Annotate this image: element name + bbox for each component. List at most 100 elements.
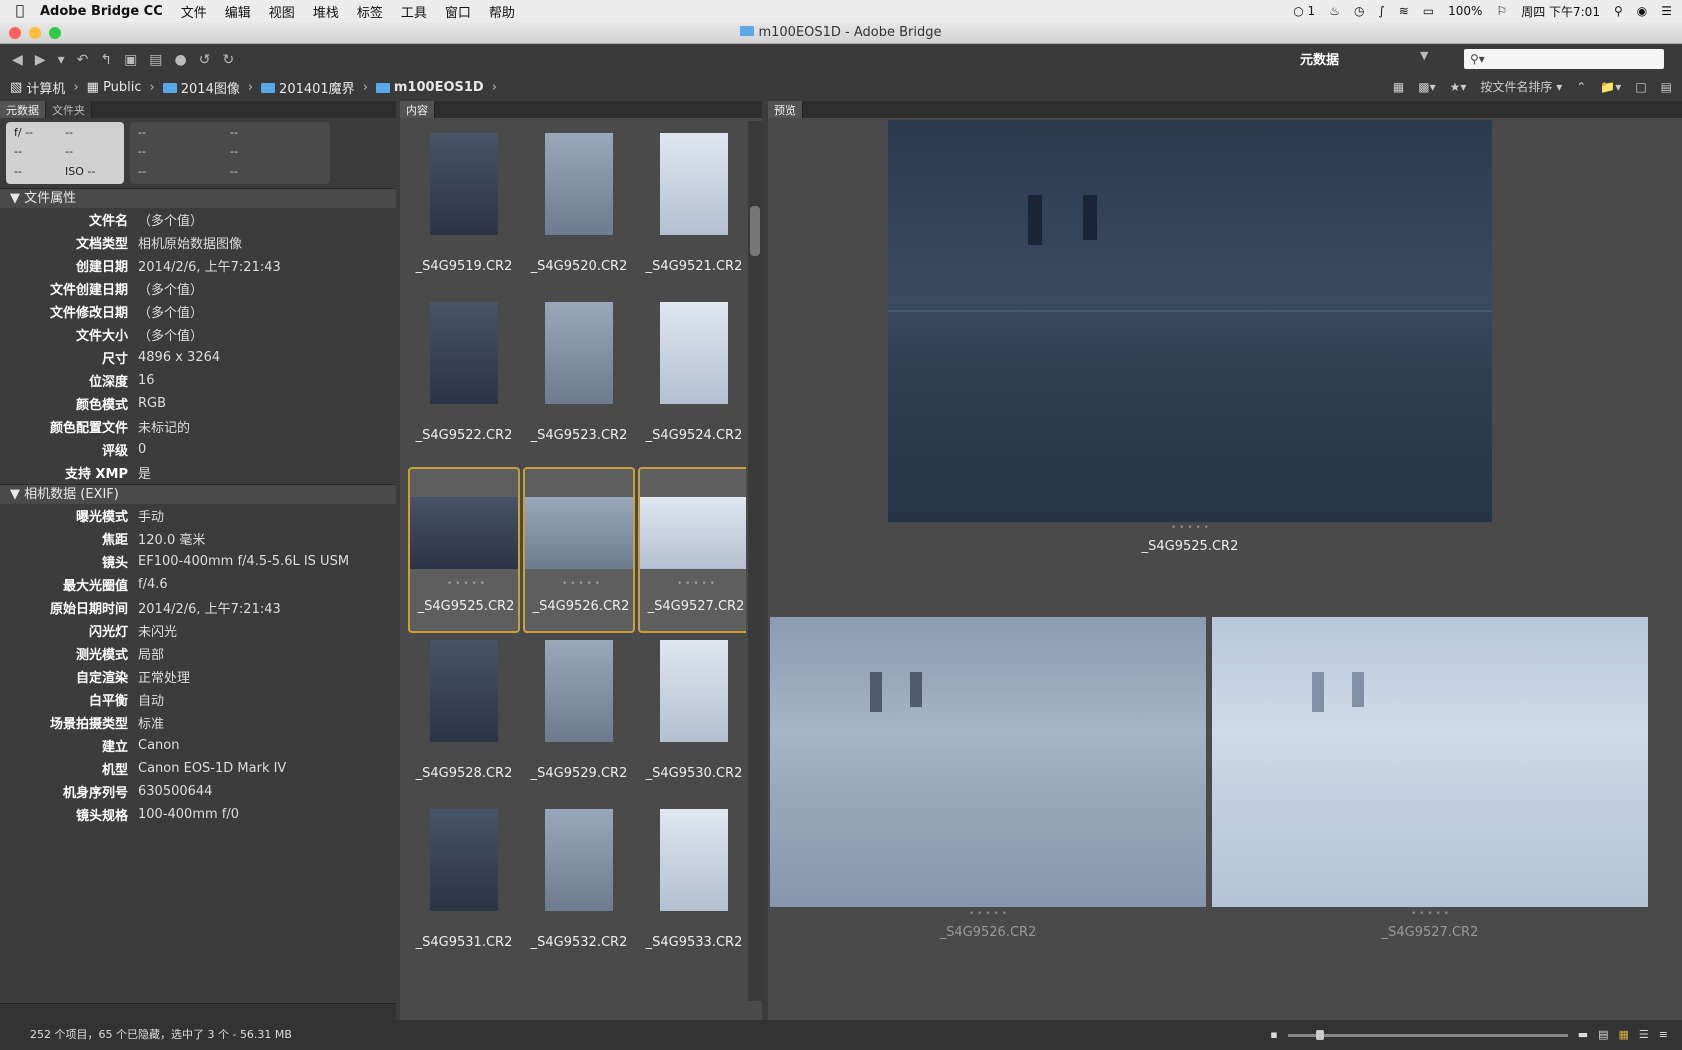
camera-import-icon[interactable]: ▣ — [124, 52, 137, 68]
menu-label[interactable]: 标签 — [357, 2, 383, 21]
property-value[interactable]: 2014/2/6, 上午7:21:43 — [138, 256, 281, 275]
sort-ascending-icon[interactable]: ⌃ — [1576, 80, 1586, 94]
apple-menu-icon[interactable]:  — [0, 3, 40, 19]
preview-image-main[interactable] — [888, 120, 1492, 522]
thumbnail-image[interactable] — [430, 302, 498, 404]
thumbnail-cell[interactable]: _S4G9531.CR2 — [408, 805, 520, 971]
property-value[interactable]: 100-400mm f/0 — [138, 807, 239, 822]
chevron-right-icon[interactable]: › — [492, 80, 497, 95]
battery-label[interactable]: 100% — [1448, 4, 1482, 18]
thumbnail-image[interactable] — [545, 302, 613, 404]
thumbnail-cell[interactable]: _S4G9520.CR2 — [523, 129, 635, 295]
thumbnail-image[interactable] — [545, 133, 613, 235]
chevron-right-icon[interactable]: › — [363, 80, 368, 95]
thumbnail-cell[interactable]: _S4G9521.CR2 — [638, 129, 746, 295]
property-value[interactable]: （多个值） — [138, 279, 203, 298]
filter-view-icon[interactable]: ▩▾ — [1418, 80, 1435, 94]
thumbnail-image[interactable] — [660, 809, 728, 911]
close-window-button[interactable] — [9, 27, 21, 39]
thumbnail-size-slider[interactable] — [1287, 1029, 1568, 1040]
minimize-window-button[interactable] — [29, 27, 41, 39]
thumbnail-cell[interactable]: _S4G9533.CR2 — [638, 805, 746, 971]
chevron-right-icon[interactable]: › — [248, 80, 253, 95]
thumbnail-image[interactable] — [660, 133, 728, 235]
tab-preview[interactable]: 预览 — [768, 101, 803, 118]
menu-edit[interactable]: 编辑 — [225, 2, 251, 21]
property-value[interactable]: 2014/2/6, 上午7:21:43 — [138, 598, 281, 617]
rating-dots[interactable]: • • • • • — [640, 579, 746, 589]
flag-icon[interactable]: ⚐ — [1496, 4, 1507, 18]
property-value[interactable]: （多个值） — [138, 325, 203, 344]
menu-view[interactable]: 视图 — [269, 2, 295, 21]
thumbnail-small-icon[interactable]: ▪ — [1270, 1020, 1277, 1050]
menu-stack[interactable]: 堆栈 — [313, 2, 339, 21]
notification-center-icon[interactable]: ☰ — [1661, 4, 1672, 18]
rating-dots[interactable]: • • • • • — [525, 579, 637, 589]
clock-label[interactable]: 周四 下午7:01 — [1521, 3, 1600, 20]
thumbnail-cell[interactable]: • • • • • _S4G9525.CR2 — [408, 467, 520, 633]
siri-icon[interactable]: ◉ — [1637, 4, 1647, 18]
thumbnail-image[interactable] — [525, 497, 633, 569]
thumbnail-image[interactable] — [660, 302, 728, 404]
preview-image-second[interactable] — [770, 617, 1206, 907]
thumbnail-image[interactable] — [430, 640, 498, 742]
dropdown-arrow-icon[interactable]: ▾ — [58, 52, 65, 68]
chevron-right-icon[interactable]: › — [150, 80, 155, 95]
thumbnail-cell[interactable]: _S4G9528.CR2 — [408, 636, 520, 802]
property-value[interactable]: 是 — [138, 463, 151, 482]
exif-header[interactable]: ▼ 相机数据 (EXIF) — [0, 484, 396, 504]
property-value[interactable]: （多个值） — [138, 210, 203, 229]
lock-grid-icon[interactable]: ▤ — [1598, 1020, 1608, 1050]
thumbnail-large-icon[interactable]: ▬ — [1578, 1020, 1588, 1050]
preview-image-third[interactable] — [1212, 617, 1648, 907]
search-input[interactable]: ⚲▾ — [1464, 49, 1664, 69]
thumbnail-cell[interactable]: _S4G9532.CR2 — [523, 805, 635, 971]
file-properties-header[interactable]: ▼ 文件属性 — [0, 188, 396, 208]
property-value[interactable]: 4896 x 3264 — [138, 350, 220, 365]
bluetooth-icon[interactable]: ∫ — [1378, 4, 1384, 18]
refine-icon[interactable]: ▤ — [149, 52, 162, 68]
property-value[interactable]: 标准 — [138, 713, 164, 732]
tab-folders[interactable]: 文件夹 — [46, 101, 92, 118]
workspace-dropdown-icon[interactable]: ▼ — [1420, 49, 1428, 62]
view-thumbnails-icon[interactable]: ▦ — [1619, 1020, 1629, 1050]
crumb-201401[interactable]: 201401魔界 — [261, 78, 355, 97]
spotlight-search-icon[interactable]: ⚲ — [1614, 4, 1623, 18]
time-machine-icon[interactable]: ◷ — [1354, 4, 1364, 18]
property-value[interactable]: 16 — [138, 373, 155, 388]
wechat-icon[interactable]: ○ 1 — [1293, 4, 1315, 18]
property-value[interactable]: 630500644 — [138, 784, 212, 799]
rating-dots[interactable]: • • • • • — [888, 523, 1492, 533]
delete-icon[interactable]: ▤ — [1661, 80, 1672, 94]
property-value[interactable]: EF100-400mm f/4.5-5.6L IS USM — [138, 554, 349, 569]
rating-dots[interactable]: • • • • • — [1212, 909, 1648, 919]
thumbnail-cell[interactable]: • • • • • _S4G9527.CR2 — [638, 467, 746, 633]
thumbnail-image[interactable] — [660, 640, 728, 742]
zoom-window-button[interactable] — [49, 27, 61, 39]
property-value[interactable]: 0 — [138, 442, 146, 457]
property-value[interactable]: 相机原始数据图像 — [138, 233, 242, 252]
property-value[interactable]: 手动 — [138, 506, 164, 525]
forward-arrow-icon[interactable]: ▶ — [35, 52, 46, 68]
property-value[interactable]: 120.0 毫米 — [138, 529, 205, 548]
workspace-name[interactable]: 元数据 — [1300, 49, 1339, 68]
thumbnail-image[interactable] — [430, 133, 498, 235]
menu-tools[interactable]: 工具 — [401, 2, 427, 21]
property-value[interactable]: 局部 — [138, 644, 164, 663]
sort-dropdown[interactable]: 按文件名排序 ▾ — [1480, 78, 1562, 95]
content-scrollbar[interactable] — [748, 121, 762, 1001]
property-value[interactable]: （多个值） — [138, 302, 203, 321]
thumbnail-cell[interactable]: _S4G9519.CR2 — [408, 129, 520, 295]
thumbnail-cell[interactable]: • • • • • _S4G9526.CR2 — [523, 467, 635, 633]
thumbnail-image[interactable] — [410, 497, 518, 569]
scrollbar-thumb[interactable] — [750, 206, 760, 256]
tab-content[interactable]: 内容 — [400, 101, 435, 118]
property-value[interactable]: 自动 — [138, 690, 164, 709]
quality-icon[interactable]: ▦ — [1393, 80, 1404, 94]
property-value[interactable]: f/4.6 — [138, 577, 168, 592]
thumbnail-image[interactable] — [545, 640, 613, 742]
thumbnail-cell[interactable]: _S4G9530.CR2 — [638, 636, 746, 802]
crumb-2014[interactable]: 2014图像 — [162, 78, 240, 97]
chevron-right-icon[interactable]: › — [73, 80, 78, 95]
slider-knob[interactable] — [1315, 1029, 1324, 1040]
